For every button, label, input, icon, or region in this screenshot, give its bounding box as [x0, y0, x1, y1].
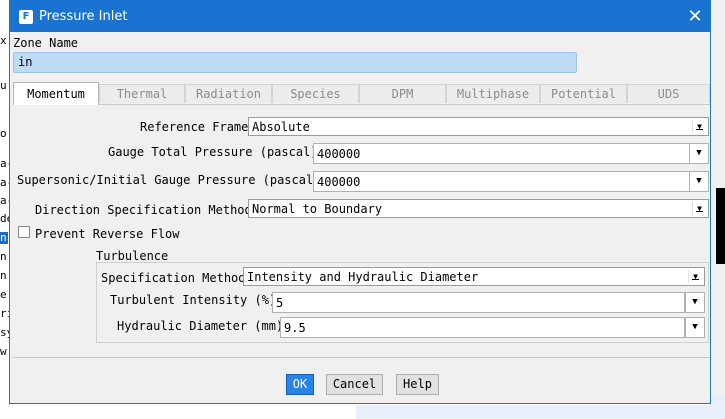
background-blue-strip: [356, 405, 725, 419]
background-dark-region: [716, 188, 725, 264]
direction-spec-value: Normal to Boundary: [252, 202, 383, 216]
bg-fragment: o: [0, 127, 7, 140]
bg-fragment: n: [0, 269, 7, 282]
direction-spec-label: Direction Specification Method: [35, 203, 252, 217]
hydraulic-diameter-dropdown[interactable]: ▼: [685, 317, 705, 338]
turbulent-intensity-input[interactable]: 5: [272, 292, 685, 313]
bg-fragment: n: [0, 250, 7, 263]
prevent-reverse-flow-checkbox[interactable]: [18, 226, 30, 238]
title-bar[interactable]: F Pressure Inlet ✕: [10, 1, 710, 32]
chevron-down-icon: ▼: [688, 270, 702, 283]
tab-dpm[interactable]: DPM: [359, 84, 446, 103]
reference-frame-select[interactable]: Absolute ▼: [248, 117, 709, 136]
close-icon[interactable]: ✕: [680, 1, 710, 32]
gauge-total-pressure-dropdown[interactable]: ▼: [689, 143, 709, 164]
gauge-total-pressure-label: Gauge Total Pressure (pascal): [108, 145, 318, 159]
hydraulic-diameter-input[interactable]: 9.5: [280, 317, 685, 338]
turbulent-intensity-label: Turbulent Intensity (%): [110, 293, 277, 307]
hydraulic-diameter-value: 9.5: [284, 321, 306, 335]
hydraulic-diameter-label: Hydraulic Diameter (mm): [117, 319, 284, 333]
tab-potential[interactable]: Potential: [540, 84, 627, 103]
bg-fragment: w: [0, 345, 7, 358]
supersonic-pressure-label: Supersonic/Initial Gauge Pressure (pasca…: [17, 173, 321, 187]
supersonic-pressure-input[interactable]: 400000: [313, 171, 690, 192]
tab-thermal[interactable]: Thermal: [99, 84, 185, 103]
turbulent-intensity-value: 5: [276, 296, 284, 310]
reference-frame-label: Reference Frame: [140, 120, 249, 134]
zone-name-label: Zone Name: [13, 36, 79, 50]
specification-method-select[interactable]: Intensity and Hydraulic Diameter ▼: [243, 267, 705, 286]
gauge-total-pressure-input[interactable]: 400000: [313, 143, 690, 164]
footer-divider: [13, 357, 710, 358]
bg-fragment: e: [0, 288, 7, 301]
tab-momentum[interactable]: Momentum: [13, 82, 99, 105]
help-button[interactable]: Help: [396, 374, 439, 395]
specification-method-value: Intensity and Hydraulic Diameter: [247, 270, 479, 284]
turbulence-group-title: Turbulence: [96, 249, 169, 263]
pressure-inlet-dialog: F Pressure Inlet ✕ Zone Name in Momentum…: [9, 0, 711, 404]
chevron-down-icon: ▼: [692, 202, 706, 215]
background-app-bottom-edge: [0, 405, 725, 419]
tab-radiation[interactable]: Radiation: [185, 84, 272, 103]
supersonic-pressure-dropdown[interactable]: ▼: [689, 171, 709, 192]
background-app-right-edge: [711, 0, 725, 419]
ok-button[interactable]: OK: [286, 374, 314, 395]
turbulent-intensity-dropdown[interactable]: ▼: [685, 292, 705, 313]
gauge-total-pressure-value: 400000: [317, 147, 361, 161]
fluent-app-icon: F: [19, 10, 33, 24]
tab-uds[interactable]: UDS: [627, 84, 710, 103]
tab-bar: Momentum Thermal Radiation Species DPM M…: [13, 82, 710, 105]
tab-multiphase[interactable]: Multiphase: [446, 84, 540, 103]
zone-name-input[interactable]: in: [13, 52, 577, 73]
bg-fragment: x: [0, 34, 7, 47]
chevron-down-icon: ▼: [692, 120, 706, 133]
specification-method-label: Specification Method: [101, 271, 246, 285]
supersonic-pressure-value: 400000: [317, 175, 361, 189]
bg-fragment: u: [0, 79, 7, 92]
reference-frame-value: Absolute: [252, 120, 310, 134]
prevent-reverse-flow-label: Prevent Reverse Flow: [35, 227, 180, 241]
tab-species[interactable]: Species: [272, 84, 359, 103]
window-title: Pressure Inlet: [39, 9, 128, 24]
direction-spec-select[interactable]: Normal to Boundary ▼: [248, 199, 709, 218]
bg-fragment-selected: n: [0, 231, 8, 244]
cancel-button[interactable]: Cancel: [326, 374, 383, 395]
